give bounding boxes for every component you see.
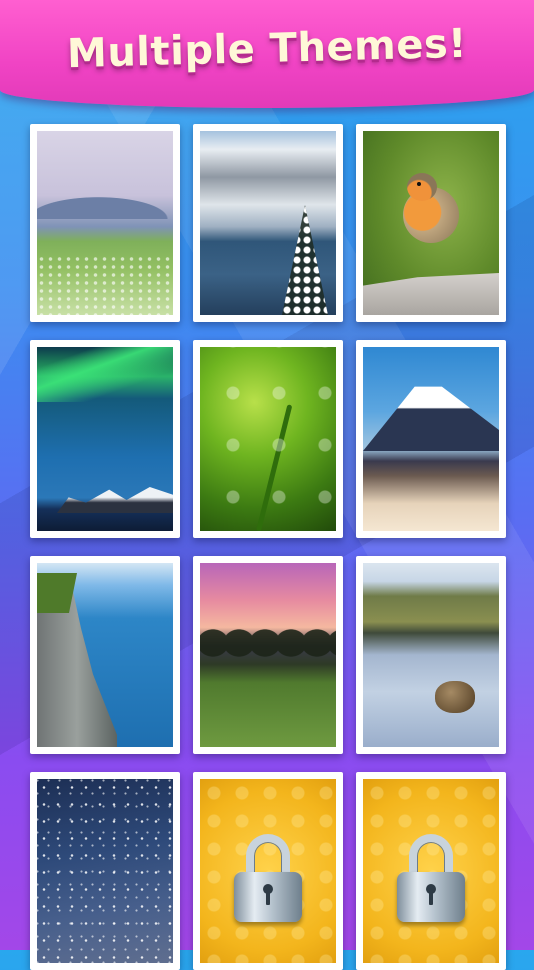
theme-image-robin bbox=[363, 131, 499, 315]
theme-grid bbox=[30, 124, 506, 970]
theme-card-robin[interactable] bbox=[356, 124, 506, 322]
theme-card-meadow[interactable] bbox=[30, 124, 180, 322]
theme-card-sunset-field[interactable] bbox=[193, 556, 343, 754]
theme-image-cliff bbox=[37, 563, 173, 747]
theme-card-aurora[interactable] bbox=[30, 340, 180, 538]
locked-theme-background bbox=[200, 779, 336, 963]
theme-image-aurora bbox=[37, 347, 173, 531]
theme-card-pond-reflection[interactable] bbox=[356, 556, 506, 754]
theme-card-locked-1[interactable] bbox=[193, 772, 343, 970]
theme-image-mount-fuji bbox=[363, 347, 499, 531]
rock bbox=[363, 273, 499, 315]
theme-image-sunset-field bbox=[200, 563, 336, 747]
header-banner: Multiple Themes! bbox=[0, 0, 534, 108]
theme-image-snowy-lake bbox=[200, 131, 336, 315]
theme-card-cliff[interactable] bbox=[30, 556, 180, 754]
theme-image-meadow bbox=[37, 131, 173, 315]
theme-card-locked-2[interactable] bbox=[356, 772, 506, 970]
theme-image-grass-dew bbox=[200, 347, 336, 531]
theme-card-mount-fuji[interactable] bbox=[356, 340, 506, 538]
theme-image-pond-reflection bbox=[363, 563, 499, 747]
page-title: Multiple Themes! bbox=[66, 20, 468, 78]
theme-card-snowy-lake[interactable] bbox=[193, 124, 343, 322]
robin-bird bbox=[399, 173, 463, 253]
padlock-icon bbox=[397, 834, 465, 923]
theme-image-galaxy bbox=[37, 779, 173, 963]
locked-theme-background bbox=[363, 779, 499, 963]
theme-card-galaxy[interactable] bbox=[30, 772, 180, 970]
theme-card-grass-dew[interactable] bbox=[193, 340, 343, 538]
padlock-icon bbox=[234, 834, 302, 923]
